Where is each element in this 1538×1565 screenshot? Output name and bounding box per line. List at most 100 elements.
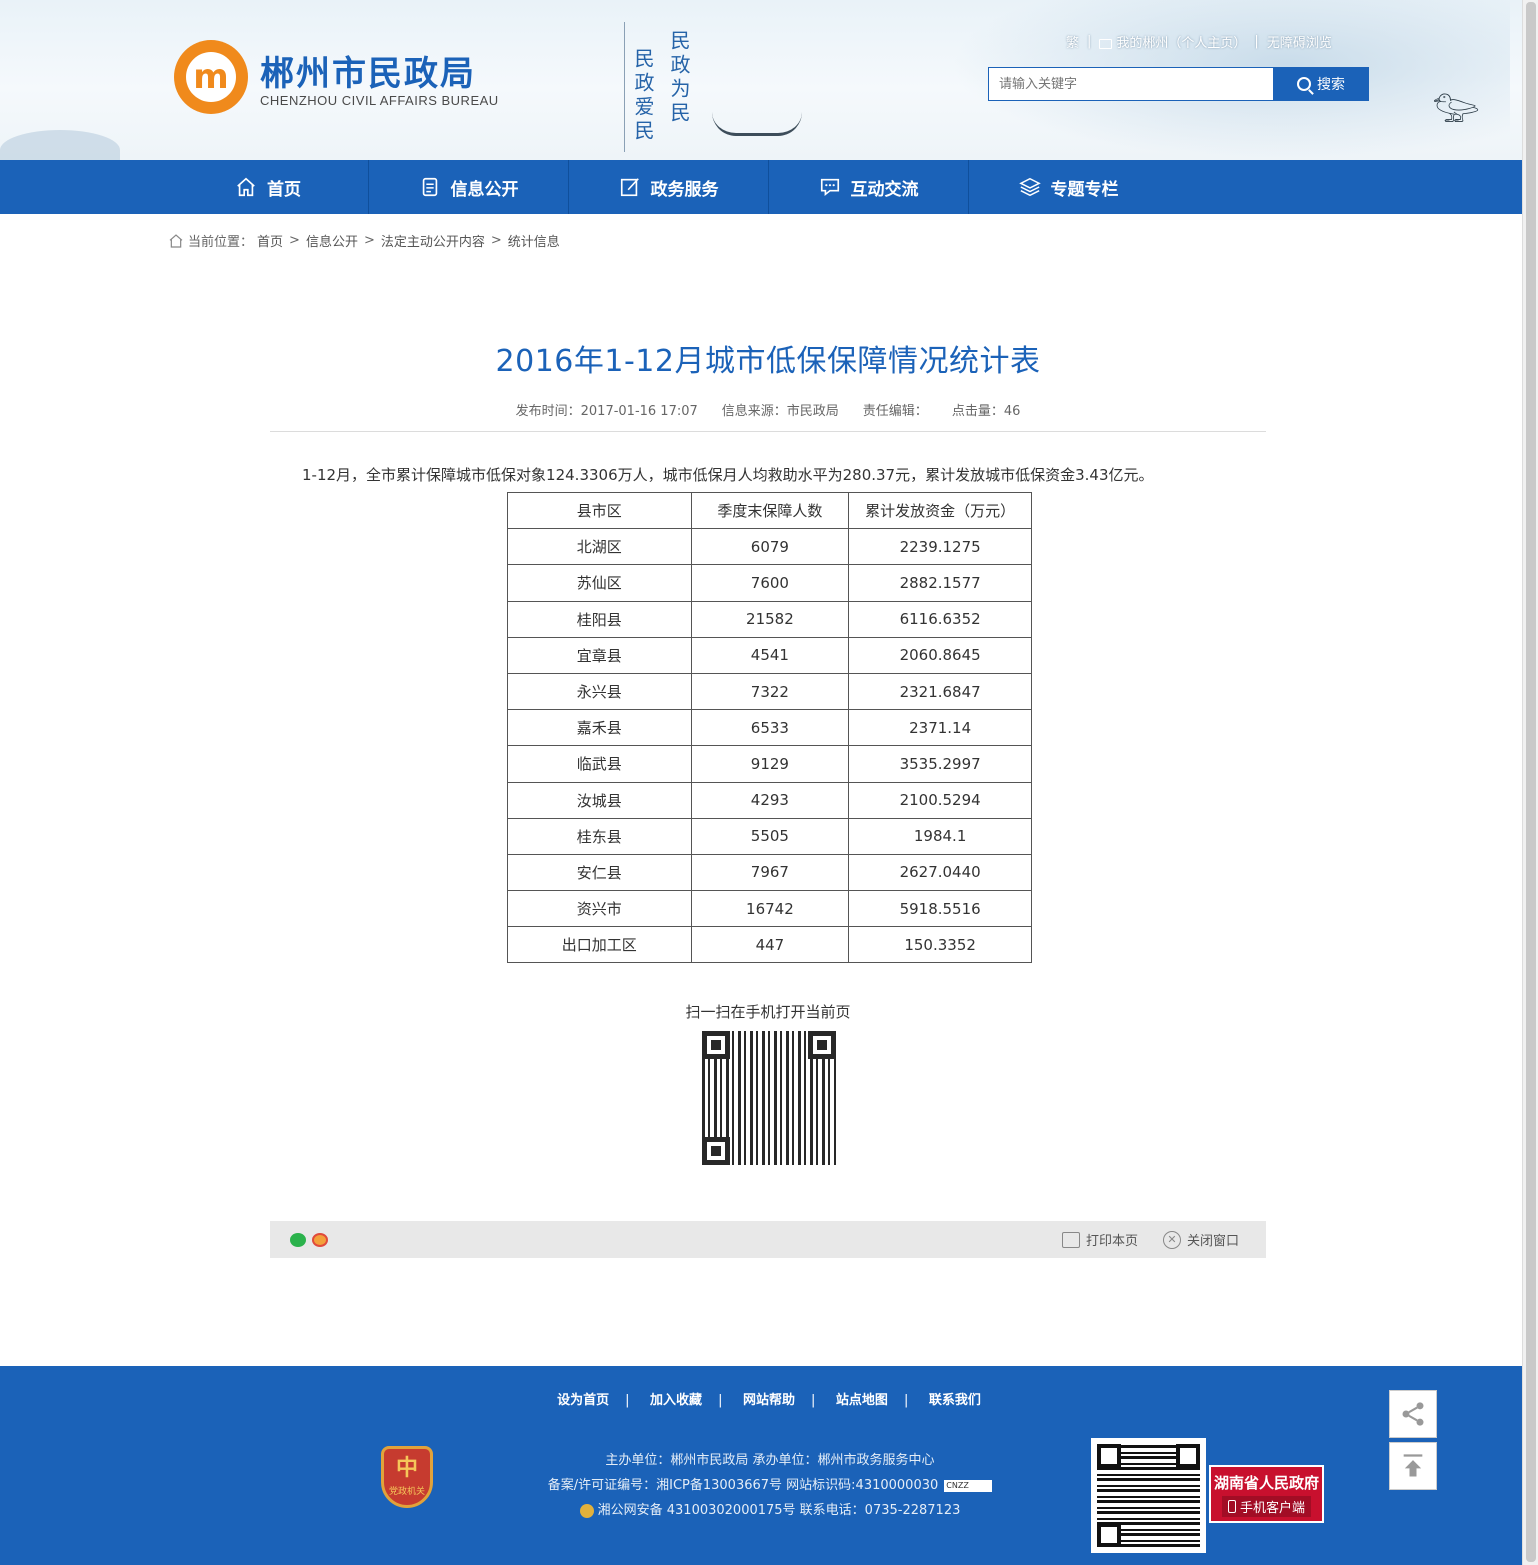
- boat-illustration: [712, 112, 802, 136]
- footer: 设为首页 | 加入收藏 | 网站帮助 | 站点地图 | 联系我们 中 党政机关 主办单位…: [0, 1366, 1522, 1565]
- footer-link-set-home[interactable]: 设为首页: [557, 1393, 609, 1408]
- share-icon: [1402, 1402, 1424, 1426]
- arrow-up-icon: [1403, 1454, 1423, 1477]
- table-cell: 桂阳县: [507, 600, 692, 638]
- footer-line-icp: 备案/许可证编号：湘ICP备13003667号 网站标识码:4310000030…: [470, 1473, 1070, 1498]
- view-count: 点击量：46: [951, 404, 1021, 419]
- table-cell: 2321.6847: [848, 672, 1032, 711]
- slogan: 民政为民 民政爱民: [624, 22, 691, 152]
- accessible-link[interactable]: 无障碍浏览: [1267, 32, 1332, 51]
- party-gov-badge[interactable]: 中 党政机关: [381, 1446, 433, 1508]
- table-cell: 7600: [690, 564, 850, 602]
- page: m 郴州市民政局 CHENZHOU CIVIL AFFAIRS BUREAU 民…: [0, 0, 1522, 1565]
- search-button-label: 搜索: [1317, 77, 1345, 93]
- home-icon: [237, 177, 255, 197]
- divider: [270, 431, 1266, 432]
- back-to-top-button[interactable]: [1389, 1442, 1437, 1490]
- nav-item-label: 信息公开: [450, 179, 519, 200]
- footer-police-text: 湘公网安备 43100302000175号 联系电话：0735-2287123: [597, 1503, 961, 1518]
- breadcrumb-item-stats[interactable]: 统计信息: [508, 231, 560, 250]
- nav-item-home[interactable]: 首页: [168, 160, 368, 214]
- hunan-gov-app-button[interactable]: 湖南省人民政府 手机客户端: [1209, 1465, 1324, 1523]
- breadcrumb: 当前位置： 首页 > 信息公开 > 法定主动公开内容 > 统计信息: [168, 231, 560, 250]
- my-chenzhou-link[interactable]: 我的郴州（个人主页）: [1099, 32, 1246, 51]
- table-cell: 2100.5294: [848, 781, 1032, 819]
- table-row: 永兴县 7322 2321.6847: [507, 672, 1032, 711]
- footer-link-favorite[interactable]: 加入收藏: [650, 1393, 702, 1408]
- search-input[interactable]: [989, 68, 1273, 100]
- cnzz-badge[interactable]: CNZZ: [944, 1479, 993, 1492]
- header-banner: m 郴州市民政局 CHENZHOU CIVIL AFFAIRS BUREAU 民…: [0, 0, 1522, 160]
- table-row: 汝城县 4293 2100.5294: [507, 781, 1032, 819]
- breadcrumb-item-info[interactable]: 信息公开: [306, 231, 358, 250]
- document-icon: [422, 177, 437, 197]
- close-icon: ✕: [1163, 1230, 1181, 1249]
- nav-item-special-topics[interactable]: 专题专栏: [968, 160, 1168, 214]
- breadcrumb-item-statutory[interactable]: 法定主动公开内容: [381, 231, 485, 250]
- qr-finder: [702, 1031, 730, 1059]
- nav-item-info-disclosure[interactable]: 信息公开: [368, 160, 568, 214]
- footer-link-sitemap[interactable]: 站点地图: [836, 1393, 888, 1408]
- table-cell: 4541: [690, 636, 850, 674]
- footer-line-sponsor: 主办单位：郴州市民政局 承办单位：郴州市政务服务中心: [605, 1453, 935, 1468]
- footer-link-separator: |: [903, 1393, 909, 1408]
- info-source: 信息来源：市民政局: [721, 404, 839, 419]
- table-cell: 3535.2997: [848, 745, 1032, 783]
- table-row: 北湖区 6079 2239.1275: [507, 528, 1032, 566]
- qr-finder: [1097, 1523, 1121, 1547]
- site-logo[interactable]: m: [174, 40, 248, 114]
- site-title[interactable]: 郴州市民政局: [260, 46, 476, 95]
- monitor-icon: [1099, 38, 1113, 49]
- top-links: 繁 | 我的郴州（个人主页） | 无障碍浏览: [1066, 32, 1332, 51]
- table-row: 出口加工区 447 150.3352: [507, 926, 1032, 964]
- table-cell: 永兴县: [507, 672, 692, 711]
- footer-link-contact[interactable]: 联系我们: [929, 1393, 981, 1408]
- footer-line-police: 湘公网安备 43100302000175号 联系电话：0735-2287123: [470, 1498, 1070, 1523]
- footer-link-separator: |: [811, 1393, 816, 1408]
- weibo-share-icon[interactable]: [312, 1233, 328, 1247]
- table-header-cell: 累计发放资金（万元）: [848, 491, 1032, 530]
- table-cell: 2239.1275: [848, 528, 1032, 566]
- qr-finder: [808, 1031, 836, 1059]
- breadcrumb-separator: >: [490, 233, 502, 248]
- banner-hill: [0, 130, 120, 160]
- wechat-share-icon[interactable]: [290, 1233, 306, 1247]
- article-meta: 发布时间：2017-01-16 17:07 信息来源：市民政局 责任编辑： 点击…: [270, 400, 1266, 419]
- footer-qr-code: [1091, 1438, 1206, 1553]
- police-badge-icon: [579, 1503, 594, 1518]
- nav-item-interaction[interactable]: 互动交流: [768, 160, 968, 214]
- search-button[interactable]: 搜索: [1273, 67, 1369, 101]
- phone-icon: [1227, 1499, 1236, 1513]
- gov-app-title: 湖南省人民政府: [1213, 1473, 1319, 1492]
- table-cell: 150.3352: [848, 926, 1032, 964]
- nav-item-label: 政务服务: [650, 179, 719, 200]
- main-nav: 首页 信息公开 政务服务 互动交流 专题专栏: [0, 160, 1522, 214]
- traditional-chinese-link[interactable]: 繁: [1066, 32, 1079, 51]
- table-row: 苏仙区 7600 2882.1577: [507, 564, 1032, 602]
- qr-finder: [702, 1137, 730, 1165]
- slogan-col-2: 民政爱民: [631, 48, 655, 144]
- search-box: [988, 67, 1274, 101]
- table-cell: 汝城县: [507, 781, 692, 819]
- print-button[interactable]: 打印本页: [1062, 1230, 1138, 1249]
- article-title: 2016年1-12月城市低保保障情况统计表: [495, 344, 1041, 379]
- table-cell: 6079: [690, 528, 850, 566]
- table-cell: 9129: [690, 745, 850, 783]
- close-window-button[interactable]: ✕ 关闭窗口: [1163, 1230, 1239, 1249]
- table-cell: 宜章县: [507, 636, 692, 674]
- qr-finder: [1176, 1444, 1200, 1468]
- table-header-row: 县市区 季度末保障人数 累计发放资金（万元）: [507, 491, 1032, 530]
- nav-item-gov-services[interactable]: 政务服务: [568, 160, 768, 214]
- top-link-separator: |: [1254, 34, 1259, 49]
- share-float-button[interactable]: [1389, 1390, 1437, 1438]
- table-cell: 5505: [690, 817, 850, 855]
- page-scrollbar[interactable]: [1522, 0, 1538, 1565]
- footer-link-help[interactable]: 网站帮助: [743, 1393, 795, 1408]
- stats-table: 县市区 季度末保障人数 累计发放资金（万元） 北湖区 6079 2239.1275 苏…: [507, 491, 1032, 964]
- badge-glyph: 中: [395, 1455, 418, 1481]
- table-cell: 北湖区: [507, 528, 692, 566]
- breadcrumb-item-home[interactable]: 首页: [257, 231, 283, 250]
- table-row: 桂阳县 21582 6116.6352: [507, 600, 1032, 638]
- breadcrumb-separator: >: [289, 233, 300, 248]
- scrollbar-thumb[interactable]: [1526, 2, 1536, 1562]
